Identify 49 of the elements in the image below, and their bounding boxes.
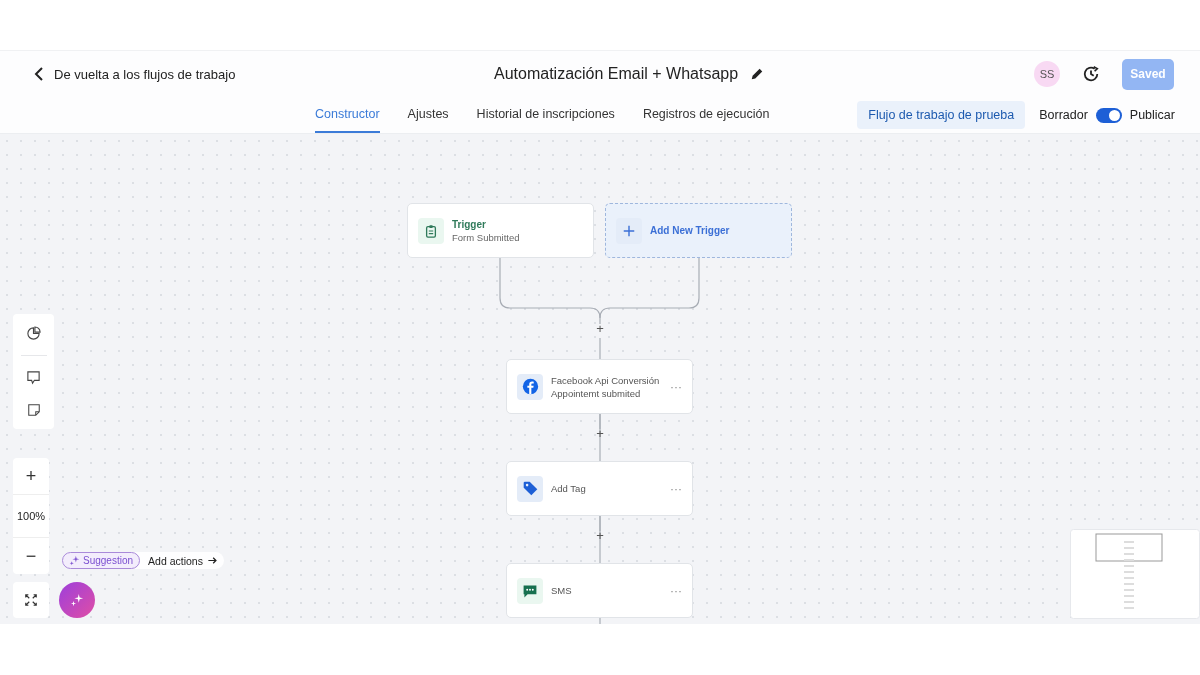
pencil-icon[interactable]	[750, 67, 765, 81]
action-card[interactable]: SMS ···	[506, 563, 693, 618]
trigger-card[interactable]: Trigger Form Submitted	[407, 203, 594, 258]
node-subtitle: Form Submitted	[452, 231, 520, 243]
node-title: Facebook Api Conversión	[551, 374, 660, 386]
add-actions-link[interactable]: Add actions	[144, 554, 218, 567]
more-menu-button[interactable]: ···	[670, 481, 682, 496]
more-menu-button[interactable]: ···	[670, 583, 682, 598]
action-card[interactable]: Facebook Api Conversión Appointemt submited ···	[506, 359, 693, 414]
comment-icon[interactable]	[26, 370, 41, 385]
ai-assistant-button[interactable]	[59, 582, 95, 618]
sparkle-icon	[69, 555, 80, 566]
add-step-button[interactable]: +	[594, 427, 606, 441]
node-title: Add Tag	[551, 483, 586, 494]
publish-toggle[interactable]	[1095, 107, 1122, 123]
facebook-icon	[521, 378, 539, 395]
node-title: Trigger	[452, 218, 487, 230]
add-step-button[interactable]: +	[594, 322, 606, 336]
tag-icon	[521, 480, 539, 497]
node-subtitle: Appointemt submited	[551, 387, 642, 399]
more-menu-button[interactable]: ···	[670, 379, 682, 394]
fit-view-button[interactable]	[13, 582, 49, 618]
draft-label: Borrador	[1039, 108, 1088, 122]
plus-icon	[622, 223, 636, 238]
publish-label: Publicar	[1129, 108, 1175, 122]
add-trigger-card[interactable]: Add New Trigger	[605, 203, 792, 258]
sparkle-icon	[70, 593, 84, 607]
chat-icon	[522, 582, 538, 599]
workflow-title: Automatización Email + Whatsapp	[494, 65, 739, 83]
arrow-right-icon	[206, 555, 218, 566]
test-workflow-button[interactable]: Flujo de trabajo de prueba	[857, 101, 1026, 129]
zoom-level: 100%	[13, 494, 49, 538]
zoom-out-button[interactable]: −	[13, 538, 49, 574]
tab[interactable]: Historial de inscripciones	[476, 97, 615, 133]
pie-chart-icon[interactable]	[26, 326, 41, 341]
suggestion-badge[interactable]: Suggestion	[62, 552, 141, 569]
user-avatar[interactable]: SS	[1034, 61, 1060, 87]
node-title: Add New Trigger	[650, 225, 730, 236]
clipboard-icon	[424, 223, 438, 238]
expand-icon	[24, 593, 38, 607]
sticky-note-icon[interactable]	[26, 403, 41, 417]
zoom-in-button[interactable]: +	[13, 458, 49, 494]
node-title: SMS	[551, 585, 572, 596]
tab[interactable]: Registros de ejecución	[642, 97, 770, 133]
back-link[interactable]: De vuelta a los flujos de trabajo	[32, 66, 236, 82]
add-step-button[interactable]: +	[594, 529, 606, 543]
tab[interactable]: Ajustes	[407, 97, 449, 133]
action-card[interactable]: Add Tag ···	[506, 461, 693, 516]
history-icon[interactable]	[1082, 65, 1100, 83]
